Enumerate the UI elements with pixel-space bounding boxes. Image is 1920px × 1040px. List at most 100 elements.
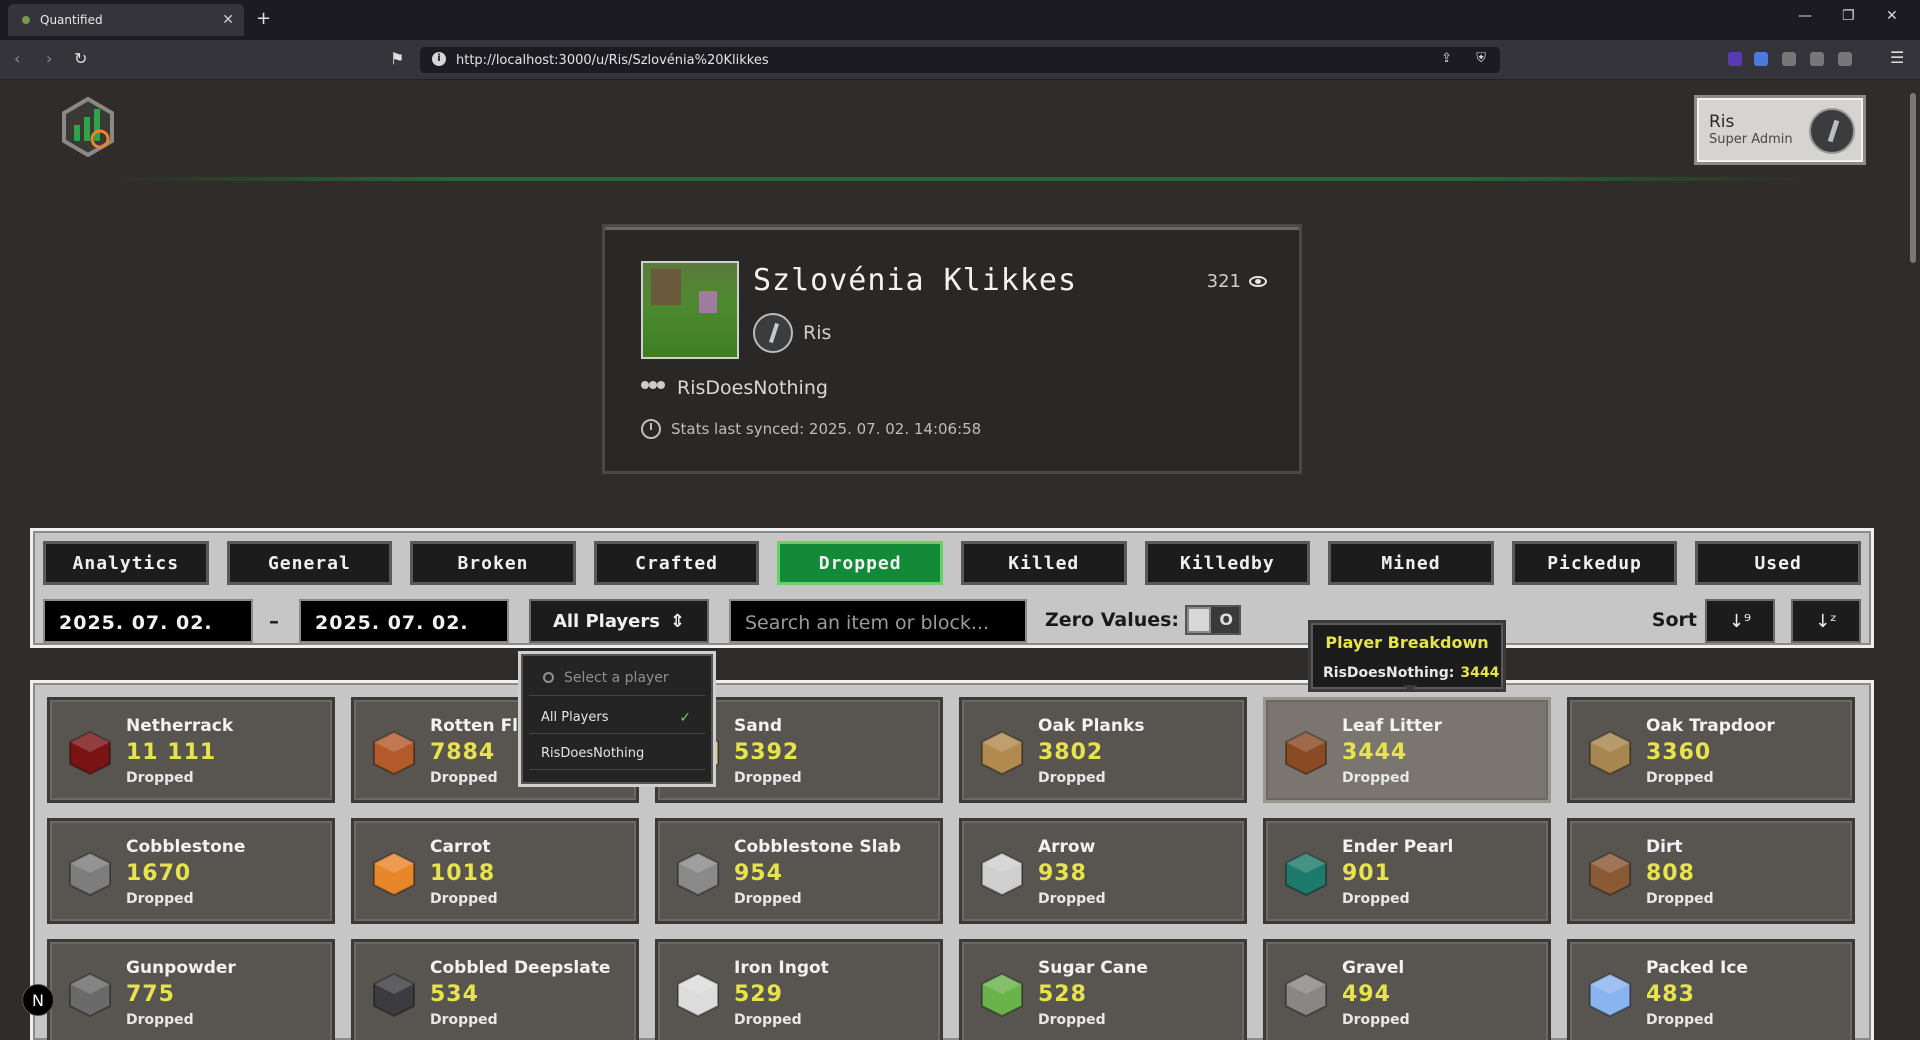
sort-desc-button[interactable]: ↓⁹ [1705,599,1775,643]
item-value: 3802 [1038,740,1104,765]
view-count-value: 321 [1206,271,1241,292]
dev-tools-badge[interactable]: N [22,984,54,1016]
restore-icon[interactable]: ❐ [1842,8,1855,24]
date-from-input[interactable]: 2025. 07. 02. [43,599,253,643]
item-card[interactable]: Cobbled Deepslate 534 Dropped [351,939,639,1040]
item-card[interactable]: Gunpowder 775 Dropped [47,939,335,1040]
dirt-icon [1586,849,1634,897]
extension-icon[interactable] [1782,52,1796,66]
bookmark-icon[interactable]: ⚑ [390,49,404,68]
app-logo[interactable] [56,95,120,159]
player-dropdown: Select a player All Players ✓ RisDoesNot… [518,651,716,787]
item-card[interactable]: Carrot 1018 Dropped [351,818,639,924]
tab-general[interactable]: General [226,541,393,585]
reload-icon[interactable]: ↻ [74,49,87,68]
browser-tab[interactable]: Quantified ✕ [8,4,244,36]
player-search-input[interactable]: Select a player [529,660,705,696]
url-field[interactable]: i http://localhost:3000/u/Ris/Szlovénia%… [420,47,1500,73]
item-name: Packed Ice [1646,958,1748,978]
profile-card: Szlovénia Klikkes 321 Ris RisDoesNothing… [602,224,1302,474]
item-name: Cobblestone Slab [734,837,902,857]
tab-mined[interactable]: Mined [1328,541,1494,585]
item-card[interactable]: Leaf Litter 3444 Dropped [1263,697,1551,803]
url-text: http://localhost:3000/u/Ris/Szlovénia%20… [456,52,769,68]
date-to-input[interactable]: 2025. 07. 02. [299,599,509,643]
menu-icon[interactable]: ☰ [1890,48,1904,67]
sugar-cane-icon [978,970,1026,1018]
check-icon: ✓ [679,709,691,726]
zero-values-toggle[interactable]: O [1185,605,1241,635]
item-stat-label: Dropped [734,1012,802,1028]
minimize-icon[interactable]: — [1798,8,1812,24]
tab-pickedup[interactable]: Pickedup [1511,541,1678,585]
item-stat-label: Dropped [1038,891,1106,907]
tab-analytics[interactable]: Analytics [43,541,209,585]
item-name: Sand [734,716,782,736]
item-name: Cobbled Deepslate [430,958,611,978]
tab-used[interactable]: Used [1695,541,1861,585]
close-window-icon[interactable]: ✕ [1886,8,1898,24]
forward-icon[interactable]: › [46,49,52,68]
close-tab-icon[interactable]: ✕ [222,12,234,28]
sort-label: Sort [1651,609,1697,631]
extension-icon[interactable] [1754,52,1768,66]
tooltip-player: RisDoesNothing: [1323,665,1455,681]
item-value: 1670 [126,861,192,886]
tab-dropped[interactable]: Dropped [777,541,943,585]
date-range-dash: – [269,609,279,633]
item-stat-label: Dropped [1038,1012,1106,1028]
item-value: 775 [126,982,175,1007]
site-info-icon[interactable]: i [432,52,446,66]
clock-icon [641,419,661,439]
item-card[interactable]: Packed Ice 483 Dropped [1567,939,1855,1040]
item-value: 494 [1342,982,1391,1007]
cobbled-deepslate-icon [370,970,418,1018]
back-icon[interactable]: ‹ [14,49,20,68]
shield-icon[interactable]: ⛨ [1476,51,1486,66]
item-stat-label: Dropped [1038,770,1106,786]
item-card[interactable]: Oak Planks 3802 Dropped [959,697,1247,803]
player-breakdown-tooltip: Player Breakdown RisDoesNothing: 3444 [1308,620,1506,692]
item-name: Cobblestone [126,837,246,857]
puzzle-icon[interactable] [1810,52,1824,66]
tab-killed[interactable]: Killed [960,541,1127,585]
filter-controls: 2025. 07. 02. – 2025. 07. 02. All Player… [43,599,1861,643]
owner-link[interactable]: Ris [753,313,831,353]
cobblestone-icon [66,849,114,897]
sort-alpha-button[interactable]: ↓ᶻ [1791,599,1861,643]
item-card[interactable]: Sugar Cane 528 Dropped [959,939,1247,1040]
user-menu[interactable]: Ris Super Admin [1694,95,1866,165]
tab-crafted[interactable]: Crafted [593,541,760,585]
item-card[interactable]: Oak Trapdoor 3360 Dropped [1567,697,1855,803]
item-card[interactable]: Ender Pearl 901 Dropped [1263,818,1551,924]
owner-name: Ris [803,322,832,344]
rotten-flesh-icon [370,728,418,776]
scrollbar-thumb[interactable] [1910,93,1916,263]
avatar [1809,108,1855,154]
item-stat-label: Dropped [734,770,802,786]
dropdown-option-all-players[interactable]: All Players ✓ [529,702,705,734]
sync-status: Stats last synced: 2025. 07. 02. 14:06:5… [641,419,981,439]
new-tab-icon[interactable]: + [256,8,271,29]
share-icon[interactable]: ⇪ [1441,51,1452,66]
item-card[interactable]: Dirt 808 Dropped [1567,818,1855,924]
item-name: Iron Ingot [734,958,829,978]
view-count: 321 [1207,271,1267,292]
item-card[interactable]: Gravel 494 Dropped [1263,939,1551,1040]
item-card[interactable]: Iron Ingot 529 Dropped [655,939,943,1040]
item-value: 7884 [430,740,496,765]
item-card[interactable]: Netherrack 11 111 Dropped [47,697,335,803]
player-select[interactable]: All Players ⇕ [529,599,709,643]
page-scrollbar[interactable] [1906,81,1920,1040]
extension-icon[interactable] [1728,52,1742,66]
item-card[interactable]: Arrow 938 Dropped [959,818,1247,924]
dropdown-option-risdoesnothing[interactable]: RisDoesNothing [529,738,705,770]
tab-broken[interactable]: Broken [410,541,576,585]
dropdown-option-label: RisDoesNothing [541,746,645,761]
item-card[interactable]: Cobblestone Slab 954 Dropped [655,818,943,924]
tab-killedby[interactable]: Killedby [1144,541,1311,585]
item-search-input[interactable]: Search an item or block... [729,599,1027,643]
wallet-icon[interactable] [1838,52,1852,66]
item-name: Gravel [1342,958,1405,978]
item-card[interactable]: Cobblestone 1670 Dropped [47,818,335,924]
